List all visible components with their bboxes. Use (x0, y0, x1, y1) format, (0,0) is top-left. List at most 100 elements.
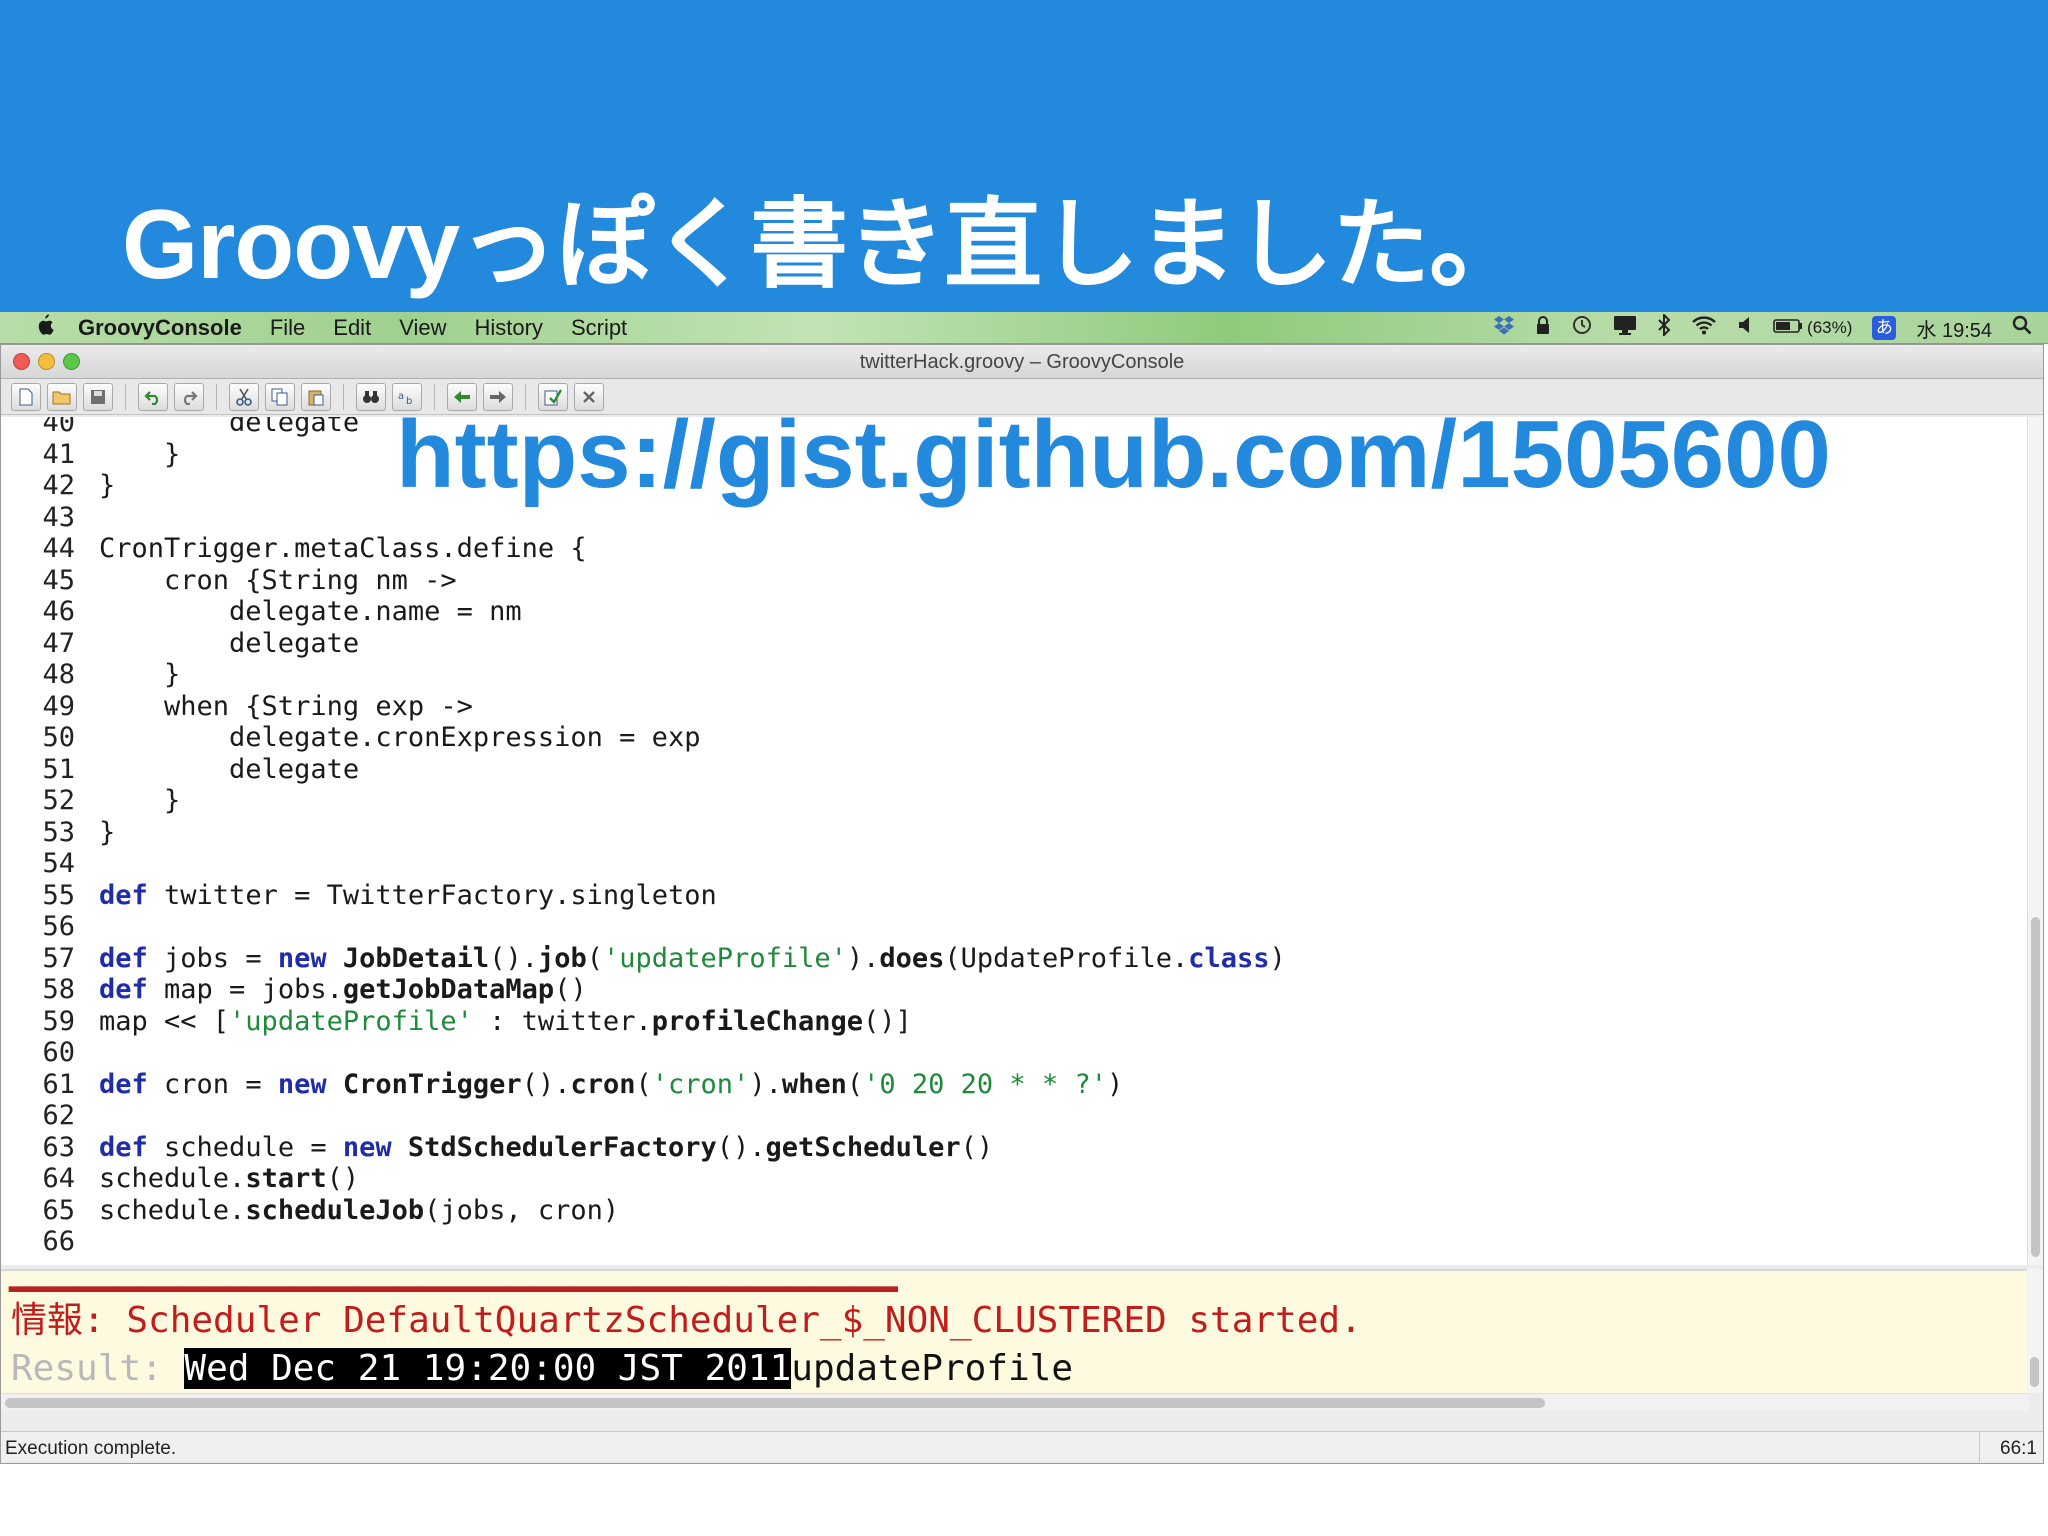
line-number: 56 (42, 911, 75, 942)
window-title: twitterHack.groovy – GroovyConsole (859, 351, 1185, 373)
horizontal-scrollbar[interactable] (1, 1393, 2029, 1411)
code-token: map << [ (99, 1005, 230, 1037)
code-string: 'updateProfile' (603, 942, 847, 974)
result-value: updateProfile (791, 1348, 1074, 1389)
code-token: ) (1106, 1068, 1124, 1100)
line-number: 52 (42, 785, 75, 816)
output-vertical-scrollbar[interactable] (2027, 1269, 2043, 1393)
line-number: 55 (42, 879, 75, 911)
slide-title: Groovyっぽく書き直しました。 (122, 189, 1527, 299)
code-text: delegate (99, 417, 359, 439)
paste-button[interactable] (301, 382, 331, 411)
slide-header: Groovyっぽく書き直しました。 (0, 0, 2048, 312)
code-text: def schedule = new StdSchedulerFactory()… (99, 1132, 993, 1164)
horizontal-scroll-thumb[interactable] (5, 1398, 1545, 1408)
volume-icon[interactable] (1737, 315, 1753, 341)
editor-scroll-thumb[interactable] (2031, 917, 2040, 1257)
line-number: 65 (42, 1194, 75, 1226)
battery-percent: (63%) (1807, 318, 1853, 337)
open-file-button[interactable] (47, 382, 77, 411)
copy-button[interactable] (265, 382, 295, 411)
line-number: 53 (42, 816, 75, 848)
code-keyword: new (277, 1068, 327, 1100)
code-token: ( (846, 1068, 864, 1100)
result-date-selected[interactable]: Wed Dec 21 19:20:00 JST 2011 (184, 1348, 792, 1389)
menu-edit[interactable]: Edit (333, 315, 371, 341)
new-file-button[interactable] (11, 382, 41, 411)
code-keyword: def (99, 879, 148, 911)
code-token: schedule. (99, 1163, 246, 1194)
folder-open-icon (52, 391, 71, 404)
cut-button[interactable] (229, 382, 259, 411)
line-number: 54 (42, 848, 75, 879)
code-token: : twitter. (472, 1005, 652, 1037)
output-clipped-line: ▁▁▁▁▁▁▁▁▁▁▁▁▁▁▁▁▁▁▁▁▁▁▁▁▁▁▁▁▁▁▁▁▁▁▁▁▁▁▁▁… (9, 1269, 898, 1292)
toolbar-separator (125, 383, 126, 410)
binoculars-icon (363, 390, 379, 403)
output-scroll-thumb[interactable] (2030, 1357, 2039, 1387)
line-number: 40 (42, 417, 75, 438)
lock-icon[interactable] (1535, 315, 1551, 341)
code-keyword: def (99, 942, 148, 974)
apple-icon[interactable] (28, 313, 60, 343)
code-string: 'cron' (651, 1068, 750, 1100)
time-machine-icon[interactable] (1571, 314, 1593, 342)
code-token: jobs = (147, 942, 278, 974)
clock[interactable]: 水 19:54 (1916, 314, 1992, 343)
line-number: 47 (42, 627, 75, 659)
code-token: twitter = TwitterFactory.singleton (147, 879, 717, 911)
status-bar: Execution complete. 66:1 (1, 1431, 2043, 1462)
spotlight-search-icon[interactable] (2012, 315, 2032, 341)
menu-file[interactable]: File (270, 315, 305, 341)
line-number: 43 (42, 501, 75, 533)
wifi-icon[interactable] (1691, 315, 1717, 341)
code-token: () (960, 1131, 994, 1163)
code-text: def twitter = TwitterFactory.singleton (99, 880, 717, 912)
code-keyword: new (342, 1131, 392, 1163)
line-number: 62 (42, 1100, 75, 1131)
gist-url-link[interactable]: https://gist.github.com/1505600 (396, 400, 1831, 510)
menu-history[interactable]: History (474, 315, 542, 341)
save-icon (91, 389, 105, 404)
undo-button[interactable] (138, 382, 168, 411)
battery-status[interactable]: (63%) (1773, 317, 1852, 340)
redo-button[interactable] (174, 382, 204, 411)
code-editor[interactable]: 40 delegate 41 } 42} 43 44 CronTrigger.metaCl… (1, 417, 2029, 1265)
line-number: 51 (42, 753, 75, 785)
editor-vertical-scrollbar[interactable] (2027, 417, 2043, 1265)
caret-position: 66:1 (1979, 1432, 2043, 1462)
menu-script[interactable]: Script (571, 315, 627, 341)
line-number: 41 (42, 438, 75, 470)
battery-icon (1773, 317, 1803, 340)
code-token: delegate.name = nm (99, 596, 522, 627)
dropbox-icon[interactable] (1493, 315, 1515, 341)
line-number: 59 (42, 1005, 75, 1037)
code-text: delegate.name = nm (99, 596, 522, 628)
toolbar-separator (216, 383, 217, 410)
code-token: ). (846, 942, 880, 974)
code-text: def jobs = new JobDetail().job('updatePr… (99, 943, 1286, 975)
code-text: def cron = new CronTrigger().cron('cron'… (99, 1069, 1123, 1101)
code-token: scheduleJob (245, 1194, 425, 1226)
save-file-button[interactable] (83, 382, 113, 411)
line-number: 45 (42, 564, 75, 596)
code-token: delegate (99, 417, 360, 438)
code-token: does (879, 942, 945, 974)
line-number: 49 (42, 690, 75, 722)
code-string: '0 20 20 * * ?' (863, 1068, 1107, 1100)
history-previous-button[interactable] (356, 382, 386, 411)
output-pane[interactable]: ▁▁▁▁▁▁▁▁▁▁▁▁▁▁▁▁▁▁▁▁▁▁▁▁▁▁▁▁▁▁▁▁▁▁▁▁▁▁▁▁… (1, 1269, 2029, 1393)
code-token: map = jobs. (147, 974, 343, 1005)
menu-app-name[interactable]: GroovyConsole (78, 315, 242, 341)
line-number: 61 (42, 1068, 75, 1100)
window-titlebar[interactable]: twitterHack.groovy – GroovyConsole (1, 345, 2043, 379)
menu-view[interactable]: View (399, 315, 446, 341)
status-message: Execution complete. (5, 1438, 177, 1459)
redo-icon (183, 390, 198, 405)
bluetooth-icon[interactable] (1657, 312, 1671, 342)
code-keyword: class (1188, 942, 1270, 974)
input-method-icon[interactable]: あ (1872, 316, 1897, 340)
code-token: } (99, 659, 181, 690)
display-icon[interactable] (1613, 315, 1637, 341)
